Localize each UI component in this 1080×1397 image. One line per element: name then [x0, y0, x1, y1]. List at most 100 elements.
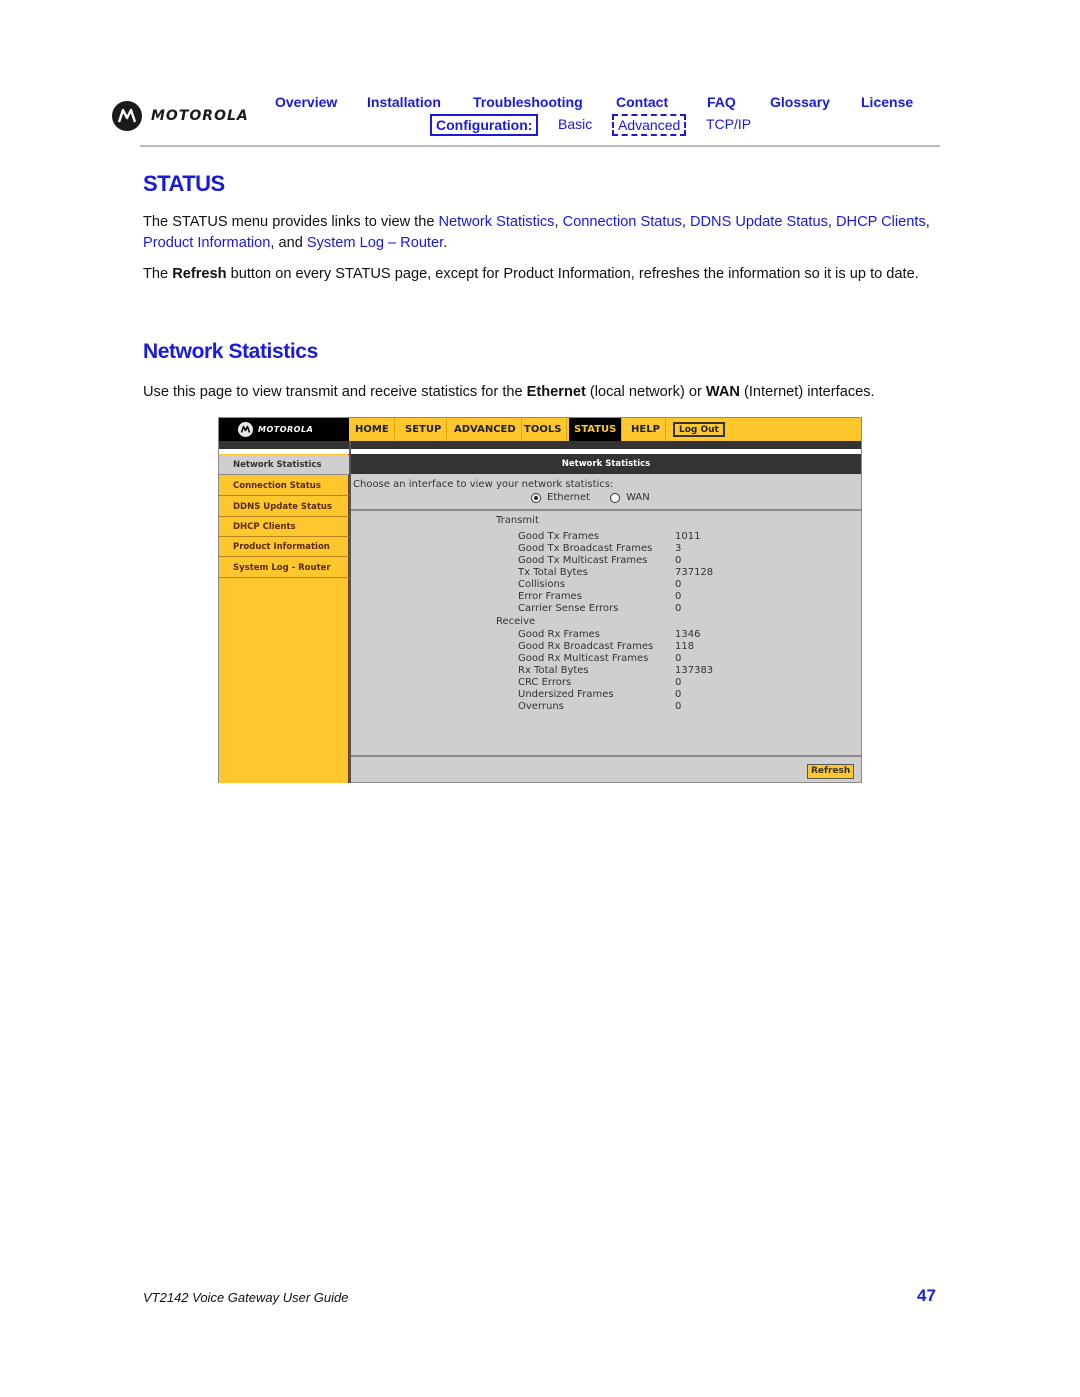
page-number: 47 — [917, 1286, 936, 1305]
stat-row: Overruns 0 — [518, 701, 818, 713]
link-network-statistics[interactable]: Network Statistics — [439, 214, 555, 230]
stat-row: Good Tx Multicast Frames 0 — [518, 555, 818, 567]
top-navigation: Overview Installation Troubleshooting Co… — [0, 94, 1080, 112]
transmit-heading: Transmit — [496, 515, 539, 526]
stat-value: 0 — [675, 603, 682, 614]
stat-label: Good Rx Multicast Frames — [518, 653, 649, 664]
router-tab-advanced[interactable]: ADVANCED — [449, 418, 522, 441]
stat-label: Overruns — [518, 701, 564, 712]
stat-label: Good Rx Broadcast Frames — [518, 641, 654, 652]
stat-label: Tx Total Bytes — [518, 567, 588, 578]
radio-wan[interactable] — [610, 492, 621, 503]
sidebar-item-ddns-update-status[interactable]: DDNS Update Status — [219, 497, 349, 517]
radio-ethernet-label[interactable]: Ethernet — [547, 492, 590, 503]
nav-contact[interactable]: Contact — [616, 94, 668, 110]
text: . — [443, 235, 448, 251]
router-panel-title: Network Statistics — [351, 454, 861, 474]
stat-label: CRC Errors — [518, 677, 572, 688]
status-intro-paragraph: The STATUS menu provides links to view t… — [143, 212, 943, 254]
stat-label: Good Tx Multicast Frames — [518, 555, 648, 566]
link-system-log-router[interactable]: System Log – Router — [307, 235, 443, 251]
stat-value: 118 — [675, 641, 695, 652]
router-logout-button[interactable]: Log Out — [673, 422, 725, 437]
router-tab-status[interactable]: STATUS — [569, 418, 623, 441]
router-tab-tools[interactable]: TOOLS — [519, 418, 568, 441]
stat-row: Good Rx Multicast Frames 0 — [518, 653, 818, 665]
receive-heading: Receive — [496, 616, 536, 627]
text: (local network) or — [585, 384, 706, 400]
sidebar-item-system-log-router[interactable]: System Log - Router — [219, 558, 349, 578]
router-tab-home[interactable]: HOME — [350, 418, 395, 441]
sidebar-item-dhcp-clients[interactable]: DHCP Clients — [219, 517, 349, 537]
statistics-table: Transmit Good Tx Frames 1011 Good Tx Broa… — [351, 513, 861, 757]
text: , — [925, 214, 930, 230]
stat-row: Good Tx Broadcast Frames 3 — [518, 543, 818, 555]
interface-radio-group: Ethernet WAN — [531, 492, 670, 503]
stat-label: Good Rx Frames — [518, 629, 600, 640]
nav-license[interactable]: License — [861, 94, 913, 110]
router-brand-name: MOTOROLA — [258, 425, 314, 434]
stat-row: Error Frames 0 — [518, 591, 818, 603]
config-tcpip-link[interactable]: TCP/IP — [706, 116, 751, 132]
stat-value: 0 — [675, 677, 682, 688]
router-sidebar: Network Statistics Connection Status DDN… — [219, 454, 349, 783]
router-ui-screenshot: MOTOROLA HOME SETUP ADVANCED TOOLS STATU… — [218, 417, 862, 783]
stat-row: CRC Errors 0 — [518, 677, 818, 689]
configuration-subnav: Configuration: Basic Advanced TCP/IP — [0, 114, 1080, 136]
nav-overview[interactable]: Overview — [275, 94, 337, 110]
config-advanced-link[interactable]: Advanced — [612, 114, 687, 136]
stat-value: 137383 — [675, 665, 714, 676]
section-title: Network Statistics — [143, 340, 318, 363]
router-tab-setup[interactable]: SETUP — [400, 418, 448, 441]
stat-value: 0 — [675, 689, 682, 700]
link-dhcp-clients[interactable]: DHCP Clients — [836, 214, 926, 230]
text: , and — [270, 235, 307, 251]
stat-value: 737128 — [675, 567, 714, 578]
stat-value: 1011 — [675, 531, 701, 542]
router-refresh-button[interactable]: Refresh — [807, 764, 855, 779]
nav-troubleshooting[interactable]: Troubleshooting — [473, 94, 583, 110]
stat-label: Rx Total Bytes — [518, 665, 589, 676]
router-top-bar: MOTOROLA HOME SETUP ADVANCED TOOLS STATU… — [219, 418, 861, 441]
stat-value: 1346 — [675, 629, 701, 640]
stat-label: Error Frames — [518, 591, 582, 602]
stat-label: Good Tx Broadcast Frames — [518, 543, 653, 554]
interface-chooser: Choose an interface to view your network… — [351, 474, 861, 511]
stat-row: Rx Total Bytes 137383 — [518, 665, 818, 677]
sidebar-item-connection-status[interactable]: Connection Status — [219, 476, 349, 496]
link-product-information[interactable]: Product Information — [143, 235, 270, 251]
radio-ethernet[interactable] — [531, 492, 541, 503]
text: Use this page to view transmit and recei… — [143, 384, 527, 400]
nav-glossary[interactable]: Glossary — [770, 94, 830, 110]
stat-label: Collisions — [518, 579, 566, 590]
text: , — [554, 214, 563, 230]
stat-label: Carrier Sense Errors — [518, 603, 619, 614]
stat-value: 0 — [675, 591, 682, 602]
stat-row: Undersized Frames 0 — [518, 689, 818, 701]
sidebar-item-network-statistics[interactable]: Network Statistics — [219, 455, 349, 475]
header-divider — [140, 145, 940, 147]
stat-row: Good Tx Frames 1011 — [518, 531, 818, 543]
router-logo: MOTOROLA — [219, 418, 349, 441]
radio-wan-label[interactable]: WAN — [626, 492, 650, 503]
stat-row: Tx Total Bytes 737128 — [518, 567, 818, 579]
stat-row: Collisions 0 — [518, 579, 818, 591]
stat-value: 0 — [675, 555, 682, 566]
text: , — [681, 214, 690, 230]
nav-installation[interactable]: Installation — [367, 94, 441, 110]
config-basic-link[interactable]: Basic — [558, 116, 592, 132]
stat-value: 0 — [675, 653, 682, 664]
text: The STATUS menu provides links to view t… — [143, 214, 439, 230]
text: , — [827, 214, 836, 230]
nav-faq[interactable]: FAQ — [707, 94, 736, 110]
stat-row: Good Rx Broadcast Frames 118 — [518, 641, 818, 653]
link-ddns-update-status[interactable]: DDNS Update Status — [690, 214, 828, 230]
link-connection-status[interactable]: Connection Status — [563, 214, 682, 230]
refresh-paragraph: The Refresh button on every STATUS page,… — [143, 264, 943, 285]
sidebar-item-product-information[interactable]: Product Information — [219, 537, 349, 557]
configuration-label[interactable]: Configuration: — [430, 114, 539, 136]
stat-value: 3 — [675, 543, 682, 554]
stat-value: 0 — [675, 579, 682, 590]
bold-text: Ethernet — [526, 384, 586, 400]
router-tab-help[interactable]: HELP — [626, 418, 666, 441]
